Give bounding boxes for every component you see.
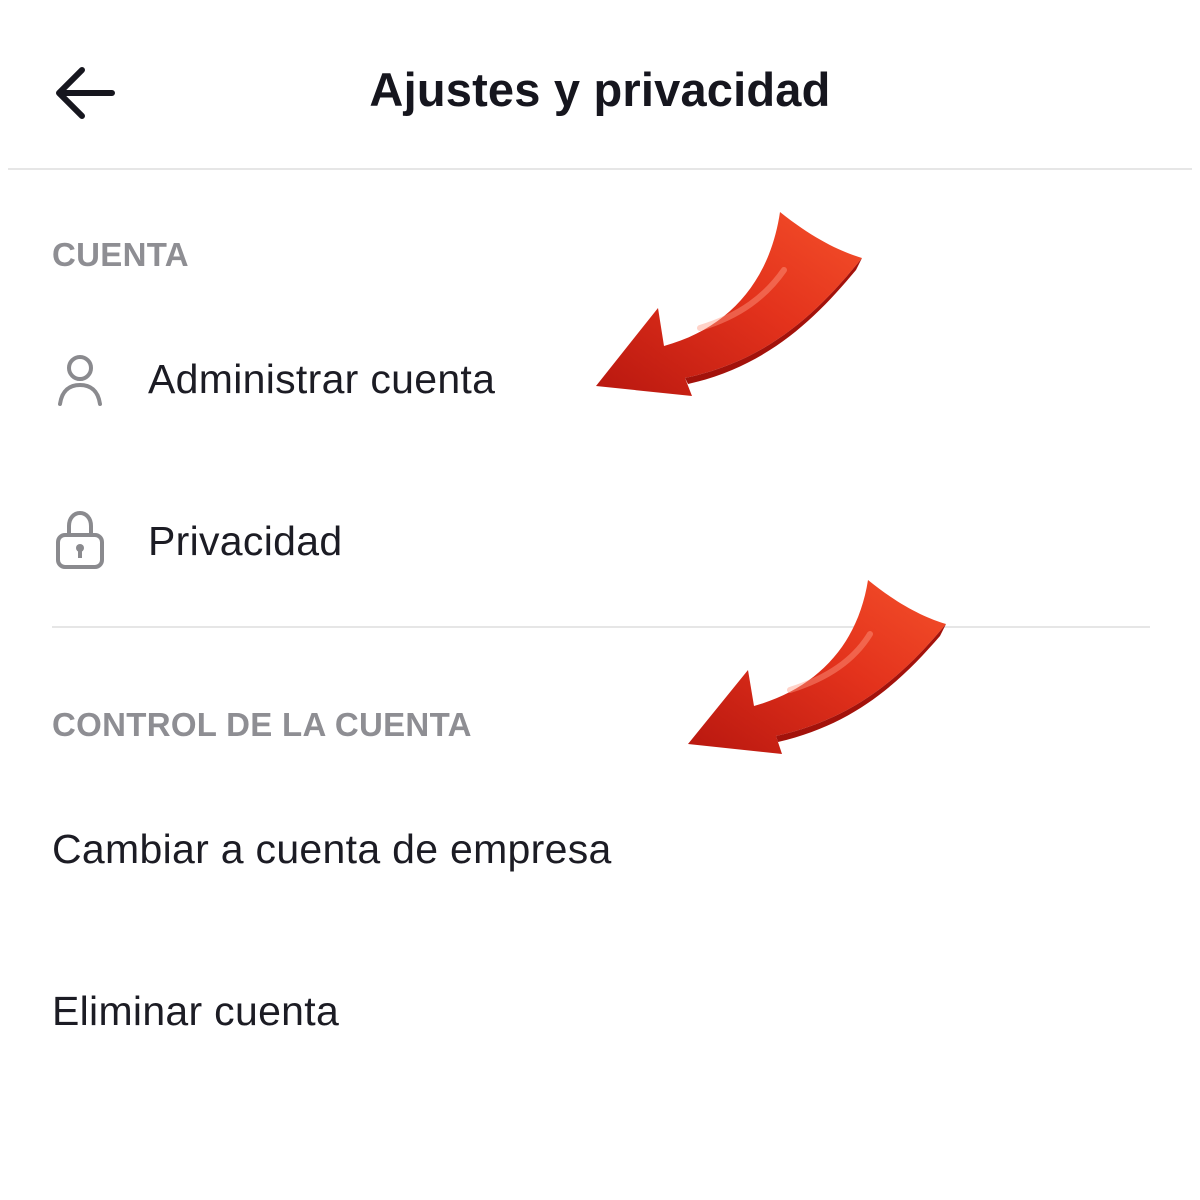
page-title: Ajustes y privacidad [369, 63, 831, 116]
header-divider [8, 168, 1192, 170]
lock-icon [52, 508, 108, 572]
person-icon [52, 348, 108, 412]
section-title-control-de-la-cuenta: CONTROL DE LA CUENTA [52, 706, 472, 743]
menu-item-label: Administrar cuenta [148, 356, 496, 402]
menu-item-label: Privacidad [148, 518, 343, 564]
top-bar: Ajustes y privacidad [0, 0, 1200, 170]
menu-item-cambiar-a-cuenta-de-empresa[interactable]: Cambiar a cuenta de empresa [0, 800, 1200, 900]
menu-item-privacidad[interactable]: Privacidad [0, 492, 1200, 592]
section-divider [52, 626, 1150, 628]
menu-item-label: Eliminar cuenta [52, 988, 340, 1034]
menu-item-eliminar-cuenta[interactable]: Eliminar cuenta [0, 962, 1200, 1062]
section-title-cuenta: CUENTA [52, 236, 189, 273]
menu-item-label: Cambiar a cuenta de empresa [52, 826, 612, 872]
red-pointer-arrow-icon [688, 580, 946, 754]
red-pointer-arrow-icon [596, 212, 862, 396]
